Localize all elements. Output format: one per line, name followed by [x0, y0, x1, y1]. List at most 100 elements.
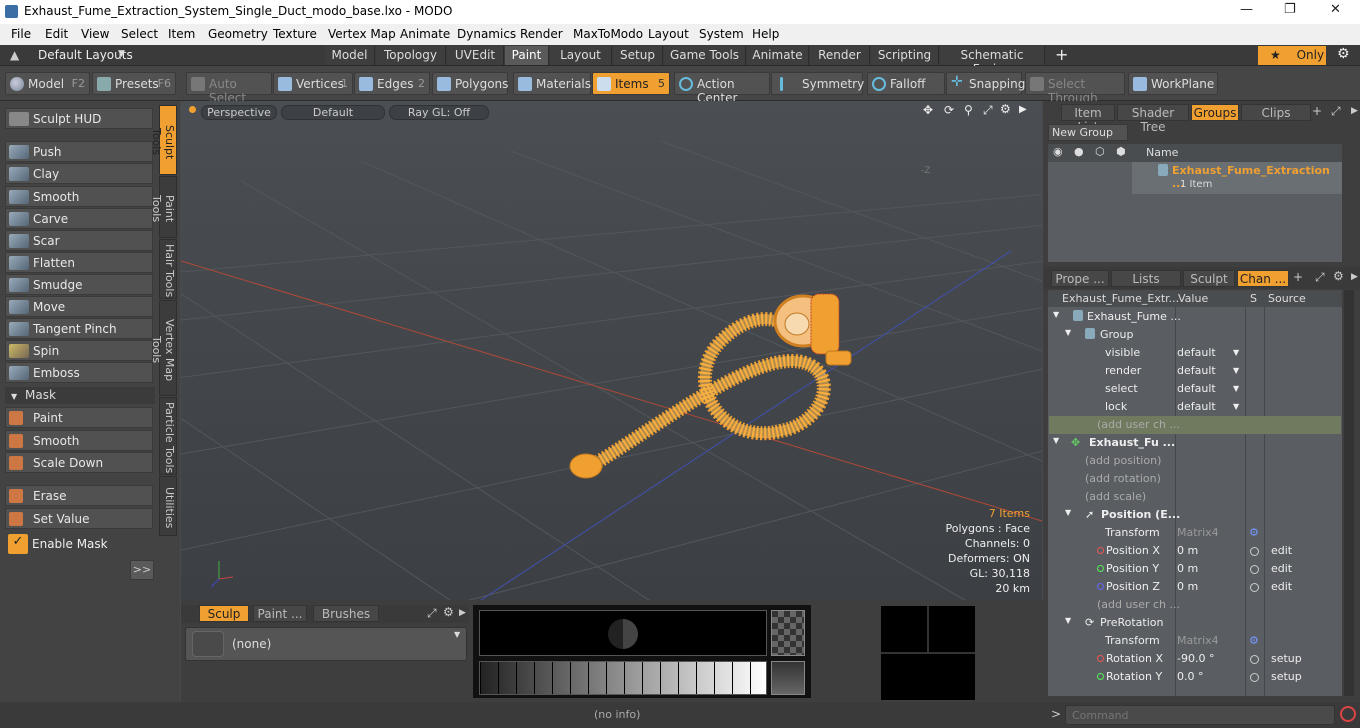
add-tab-button[interactable]: + [1055, 45, 1068, 64]
channel-row[interactable]: (add user ch ... [1049, 596, 1341, 614]
menu-animate[interactable]: Animate [400, 27, 450, 41]
channel-row[interactable]: ▼ Group [1049, 326, 1341, 344]
tab-paint-brushes[interactable]: Paint ... [253, 605, 307, 622]
close-icon[interactable]: ✕ [1330, 2, 1341, 17]
3d-viewport[interactable]: -Z Perspective Default Ray GL: Off ✥ ⟳ ⚲… [181, 101, 1042, 600]
record-icon[interactable] [1340, 706, 1356, 722]
tab-sculpt-tools[interactable]: Sculpt Tools [150, 105, 177, 175]
channel-row[interactable]: lock default ▼ [1049, 398, 1341, 416]
snapping-button[interactable]: ✛ Snapping [946, 72, 1025, 95]
tab-brushes[interactable]: Brushes [313, 605, 379, 622]
enable-mask-toggle[interactable]: ✓ Enable Mask [5, 533, 155, 555]
tab-groups[interactable]: Groups [1191, 104, 1239, 121]
menu-dynamics[interactable]: Dynamics [457, 27, 516, 41]
tool-smooth[interactable]: Smooth [5, 186, 153, 207]
tab-schematic-fusion[interactable]: Schematic Fusion [940, 46, 1045, 76]
radio-icon[interactable] [1250, 565, 1259, 574]
channel-row[interactable]: Rotation Y 0.0 ° setup [1049, 668, 1341, 686]
checker-swatch[interactable] [771, 610, 805, 656]
tab-lists[interactable]: Lists [1111, 270, 1181, 287]
gear-icon[interactable]: ⚙ [1337, 46, 1350, 62]
menu-system[interactable]: System [699, 27, 744, 41]
tab-paint-tools[interactable]: Paint Tools [150, 176, 177, 238]
tab-scripting[interactable]: Scripting [871, 46, 939, 65]
expand-panel-icon[interactable]: ⤢ [427, 606, 437, 621]
dropdown-arrow-icon[interactable]: ▼ [1233, 366, 1239, 375]
tab-vertex-map-tools[interactable]: Vertex Map Tools [150, 300, 177, 396]
minimize-icon[interactable]: — [1240, 2, 1253, 17]
channel-row[interactable]: (add rotation) [1049, 470, 1341, 488]
menu-vertex-map[interactable]: Vertex Map [328, 27, 396, 41]
erase-button[interactable]: Erase [5, 485, 153, 506]
menu-maxtomodo[interactable]: MaxToModo [573, 27, 643, 41]
group-row[interactable]: Exhaust_Fume_Extraction ... 1 Item [1132, 162, 1342, 194]
add-tab-icon[interactable]: + [1312, 104, 1322, 118]
tab-clips[interactable]: Clips [1241, 104, 1311, 121]
dropdown-arrow-icon[interactable]: ▼ [1233, 402, 1239, 411]
channel-row[interactable]: Rotation X -90.0 ° setup [1049, 650, 1341, 668]
radio-icon[interactable] [1250, 583, 1259, 592]
menu-edit[interactable]: Edit [45, 27, 68, 41]
channel-row[interactable]: (add user ch ... [1049, 416, 1341, 434]
dropdown-arrow-icon[interactable]: ▼ [1233, 384, 1239, 393]
zoom-icon[interactable]: ⚲ [964, 103, 973, 117]
raygl-toggle[interactable]: Ray GL: Off [389, 105, 489, 120]
falloff-button[interactable]: Falloff [867, 72, 945, 95]
radio-icon[interactable] [1250, 673, 1259, 682]
tab-uvedit[interactable]: UVEdit [447, 46, 504, 65]
symmetry-button[interactable]: Symmetry [771, 72, 864, 95]
tab-sculpt-brushes[interactable]: Sculp ... [199, 605, 249, 635]
gear-icon[interactable]: ⚙ [1249, 526, 1259, 539]
mask-paint[interactable]: Paint [5, 407, 153, 428]
radio-icon[interactable] [1250, 655, 1259, 664]
mask-scale-down[interactable]: Scale Down [5, 452, 153, 473]
tab-animate[interactable]: Animate [747, 46, 809, 65]
menu-item[interactable]: Item [168, 27, 195, 41]
channel-row[interactable]: ▼ ✥ Exhaust_Fu ... [1049, 434, 1341, 452]
tab-layout[interactable]: Layout [550, 46, 612, 65]
panel-gear-icon[interactable]: ⚙ [1333, 269, 1344, 283]
channel-row[interactable]: select default ▼ [1049, 380, 1341, 398]
move-view-icon[interactable]: ✥ [923, 103, 933, 117]
select-through-button[interactable]: Select Through [1025, 72, 1125, 105]
tab-sculpt[interactable]: Sculpt [1183, 270, 1235, 287]
menu-texture[interactable]: Texture [273, 27, 317, 41]
tab-setup[interactable]: Setup [613, 46, 663, 65]
tool-carve[interactable]: Carve [5, 208, 153, 229]
only-toggle[interactable]: ★ Only [1258, 46, 1326, 65]
tab-model[interactable]: Model [325, 46, 375, 65]
auto-select-button[interactable]: Auto Select [186, 72, 272, 105]
tab-paint[interactable]: Paint [505, 46, 549, 65]
maximize-view-icon[interactable]: ⤢ [983, 103, 993, 118]
layout-menu-icon[interactable]: ▲ [10, 48, 19, 62]
tool-clay[interactable]: Clay [5, 163, 153, 184]
polygons-button[interactable]: Polygons [432, 72, 508, 95]
tool-flatten[interactable]: Flatten [5, 252, 153, 273]
tab-particle-tools[interactable]: Particle Tools [159, 397, 177, 475]
add-tab-icon[interactable]: + [1293, 270, 1303, 284]
channel-row[interactable]: (add position) [1049, 452, 1341, 470]
radio-icon[interactable] [1250, 547, 1259, 556]
scrollbar[interactable] [1344, 290, 1354, 696]
panel-more-icon[interactable]: ▶ [1351, 106, 1358, 116]
tool-smudge[interactable]: Smudge [5, 274, 153, 295]
sculpt-hud-button[interactable]: Sculpt HUD [5, 108, 153, 129]
menu-layout[interactable]: Layout [648, 27, 689, 41]
menu-geometry[interactable]: Geometry [208, 27, 268, 41]
workplane-button[interactable]: WorkPlane [1128, 72, 1218, 95]
tool-tangent-pinch[interactable]: Tangent Pinch [5, 318, 153, 339]
rotate-view-icon[interactable]: ⟳ [944, 103, 954, 117]
tool-push[interactable]: Push [5, 141, 153, 162]
shading-dropdown[interactable]: Default [281, 105, 385, 120]
tab-properties[interactable]: Prope ... [1051, 270, 1109, 287]
menu-file[interactable]: File [11, 27, 31, 41]
panel-more-icon[interactable]: ▶ [1351, 272, 1358, 282]
channel-row[interactable]: Transform Matrix4 ⚙ [1049, 524, 1341, 542]
menu-view[interactable]: View [81, 27, 109, 41]
items-button[interactable]: Items 5 [592, 72, 670, 95]
channel-row[interactable]: visible default ▼ [1049, 344, 1341, 362]
action-center-button[interactable]: Action Center [674, 72, 770, 105]
tab-channels[interactable]: Chan ... [1237, 270, 1289, 287]
mask-header[interactable]: ▼ Mask [5, 387, 155, 404]
menu-help[interactable]: Help [752, 27, 779, 41]
